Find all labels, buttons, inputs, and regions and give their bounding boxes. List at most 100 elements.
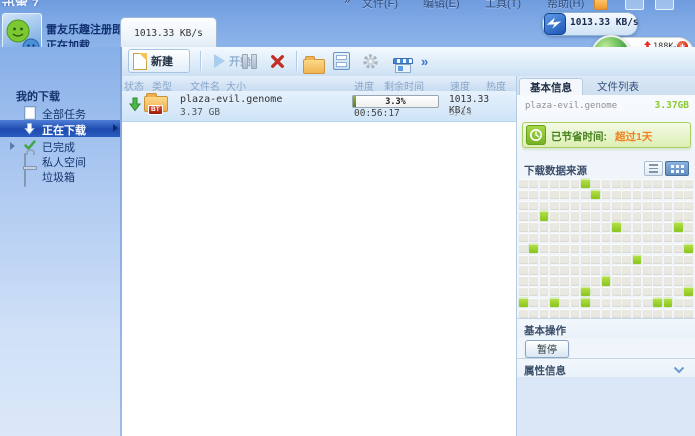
source-cell (540, 309, 549, 318)
source-cell (602, 190, 611, 199)
source-cell (519, 265, 528, 274)
source-cell (664, 255, 673, 264)
source-cell (653, 255, 662, 264)
source-cell (550, 201, 559, 210)
sidebar-item-completed[interactable]: 已完成 (0, 138, 120, 153)
source-cell (674, 255, 683, 264)
source-cell (684, 255, 693, 264)
property-info-header[interactable]: 属性信息 (517, 358, 695, 378)
source-cell (560, 298, 569, 307)
source-cell (581, 233, 590, 242)
time-saved-value: 超过1天 (615, 129, 652, 144)
source-cell (622, 222, 631, 231)
source-cell (653, 233, 662, 242)
source-cell (581, 309, 590, 318)
source-cell (591, 211, 600, 220)
list-view-toggle[interactable] (644, 161, 663, 176)
sidebar-item-private-space[interactable]: 私人空间 (0, 153, 120, 168)
toolbar-divider (296, 51, 297, 71)
source-cell (664, 309, 673, 318)
trash-icon (24, 168, 26, 187)
source-cell (612, 233, 621, 242)
task-tab[interactable]: 1013.33 KB/s (120, 17, 217, 48)
source-cell (519, 309, 528, 318)
pause-button[interactable] (242, 49, 257, 73)
source-cell (550, 233, 559, 242)
task-filename: plaza-evil.genome (180, 94, 282, 105)
source-cell (519, 201, 528, 210)
source-cell (674, 276, 683, 285)
bt-task-icon: BT (144, 96, 168, 112)
source-cell (633, 233, 642, 242)
menu-overflow-chevron[interactable]: » (344, 0, 350, 7)
source-cell-active (591, 190, 600, 199)
toolbar-more-chevron[interactable]: » (421, 49, 428, 73)
source-cell (622, 201, 631, 210)
maximize-button[interactable] (655, 0, 674, 10)
store-button[interactable] (393, 53, 413, 77)
source-cell (633, 211, 642, 220)
skin-icon[interactable] (594, 0, 608, 10)
source-cell (653, 201, 662, 210)
source-cell (529, 255, 538, 264)
clock-icon (526, 125, 546, 145)
source-cell (571, 309, 580, 318)
source-cell (529, 201, 538, 210)
source-cell (643, 222, 652, 231)
source-cell (550, 309, 559, 318)
source-cell (519, 244, 528, 253)
sidebar-item-all-tasks[interactable]: 全部任务 (0, 105, 120, 120)
source-cell (540, 233, 549, 242)
pause-task-button[interactable]: 暂停 (525, 340, 569, 358)
menu-edit[interactable]: 编辑(E) (423, 0, 460, 11)
source-cell (653, 179, 662, 188)
tab-basic-info[interactable]: 基本信息 (519, 78, 583, 96)
source-cell (591, 244, 600, 253)
source-cell (560, 211, 569, 220)
source-cell (643, 244, 652, 253)
source-cell (571, 244, 580, 253)
source-cell (622, 265, 631, 274)
source-cell (622, 190, 631, 199)
source-cell (664, 211, 673, 220)
source-cell-active (674, 222, 683, 231)
source-cell (653, 276, 662, 285)
menu-tools[interactable]: 工具(T) (485, 0, 521, 11)
downloading-status-icon (129, 97, 141, 112)
delete-button[interactable] (270, 49, 285, 73)
sidebar-item-trash[interactable]: 垃圾箱 (0, 168, 120, 183)
chevron-down-icon[interactable] (673, 366, 685, 374)
task-peers: 3/14 (449, 107, 472, 118)
list-column-headers: 状态 类型 文件名 大小 进度 剩余时间 速度 热度 (122, 76, 516, 92)
source-cell (571, 179, 580, 188)
source-cell (612, 255, 621, 264)
sidebar-item-downloading[interactable]: 正在下载 (0, 120, 120, 137)
property-info-title: 属性信息 (524, 363, 566, 378)
source-cell-active (540, 211, 549, 220)
menu-file[interactable]: 文件(F) (362, 0, 398, 11)
source-cell (674, 309, 683, 318)
source-cell (674, 233, 683, 242)
menu-help[interactable]: 帮助(H) (547, 0, 584, 11)
settings-button[interactable] (362, 49, 379, 73)
source-cell (684, 190, 693, 199)
source-cell (602, 233, 611, 242)
source-cell (540, 287, 549, 296)
expand-arrow-icon[interactable] (10, 142, 15, 150)
basic-operations-title: 基本操作 (524, 323, 566, 338)
panel-file-size: 3.37GB (655, 100, 689, 111)
source-cell (643, 265, 652, 274)
source-cell (540, 179, 549, 188)
task-manager-button[interactable] (333, 49, 350, 73)
source-cell (643, 211, 652, 220)
tab-file-list[interactable]: 文件列表 (587, 78, 649, 95)
source-cell (581, 255, 590, 264)
source-cell (602, 222, 611, 231)
open-folder-button[interactable] (303, 54, 325, 78)
new-task-button[interactable]: 新建 (128, 49, 190, 73)
minimize-button[interactable] (625, 0, 644, 10)
source-cell (674, 190, 683, 199)
grid-view-toggle[interactable] (665, 161, 689, 176)
remaining-time: 00:56:17 (354, 108, 400, 119)
task-row[interactable]: BT plaza-evil.genome 3.37 GB 3.3% 00:56:… (122, 91, 516, 122)
